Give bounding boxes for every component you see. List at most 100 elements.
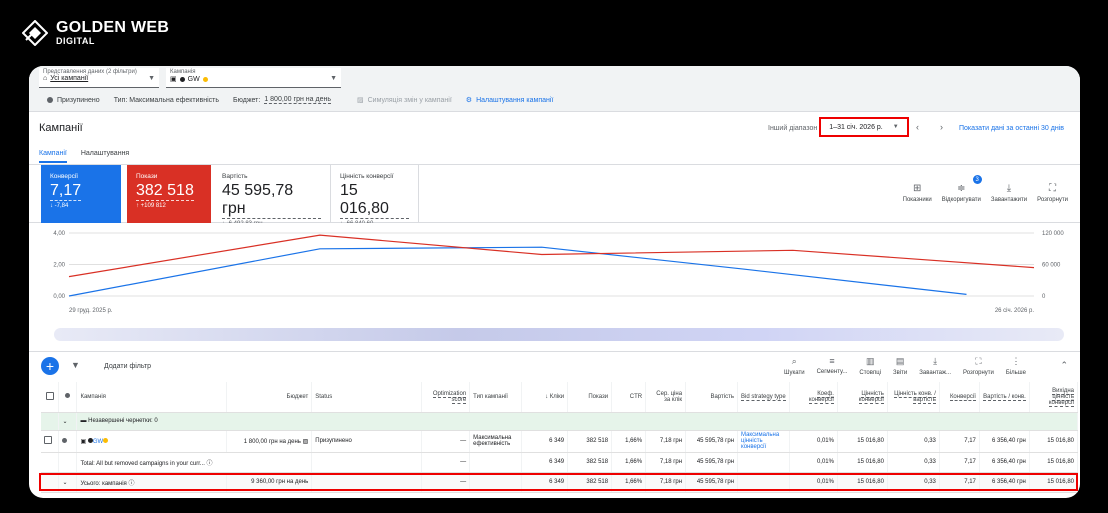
total-all-label: Total: All but removed campaigns in your… <box>80 460 205 467</box>
col-optimization-score[interactable]: Optimization score <box>432 390 467 404</box>
drafts-label: Незавершені чернетки: 0 <box>88 418 158 424</box>
row-checkbox[interactable] <box>44 436 52 444</box>
filter-icon[interactable]: ▼ <box>71 360 80 370</box>
type-cell: Максимальна ефективність <box>469 430 523 453</box>
col-impressions[interactable]: Покази <box>567 382 613 413</box>
table-row[interactable]: ▣ GW 1 800,00 грн на день ▨ Призупинено … <box>41 430 1079 453</box>
brand: GOLDEN WEB DIGITAL <box>22 18 169 48</box>
conv-value-cell: 15 016,80 <box>837 452 888 473</box>
ads-window: Представлення даних (2 фільтри) ⌂ Усі кам… <box>29 66 1080 498</box>
col-ctr[interactable]: CTR <box>611 382 647 413</box>
metric-card-impressions[interactable]: Покази 382 518 ↑ +109 812 <box>127 165 211 223</box>
page-title: Кампанії <box>39 122 83 134</box>
total-campaign-row: ⌄ Усього: кампанія ⓘ 9 360,00 грн на ден… <box>41 472 1079 493</box>
data-view-dropdown[interactable]: Представлення даних (2 фільтри) ⌂ Усі кам… <box>39 68 159 88</box>
tool-label: Завантажити <box>990 197 1028 203</box>
budget-chart-icon[interactable]: ▨ <box>303 439 309 445</box>
more-button[interactable]: ⋮ Більше <box>1006 356 1026 376</box>
search-button[interactable]: ⌕ Шукати <box>784 356 805 376</box>
download-button[interactable]: ⤓ Завантаж... <box>919 356 951 376</box>
adjust-button[interactable]: 3 ≑ Відкоригувати <box>942 175 982 203</box>
bid-strategy-link[interactable]: Максимальна цінність конверсії <box>737 430 790 453</box>
metric-value: 382 518 <box>136 182 194 201</box>
tab-campaigns[interactable]: Кампанії <box>39 150 67 163</box>
metric-value: 45 595,78 грн <box>222 182 321 219</box>
chart-range-scroller[interactable] <box>54 328 1064 341</box>
brand-name: GOLDEN WEB <box>56 19 170 36</box>
chevron-down-icon[interactable]: ⌄ <box>62 419 67 425</box>
col-campaign-type[interactable]: Тип кампанії <box>469 382 523 413</box>
date-range-picker[interactable]: 1–31 січ. 2026 р. ▼ <box>819 117 909 137</box>
col-budget[interactable]: Бюджет <box>226 382 313 413</box>
metric-card-conversions[interactable]: Конверсії 7,17 ↓ -7,84 <box>41 165 121 223</box>
budget-prefix: Бюджет: <box>233 96 261 104</box>
reports-button[interactable]: ▤ Звіти <box>893 356 907 376</box>
col-cost-conv[interactable]: Вартість / конв. <box>983 393 1026 401</box>
col-campaign[interactable]: Кампанія <box>76 382 228 413</box>
cost-cell: 45 595,78 грн <box>685 452 739 473</box>
tab-settings[interactable]: Налаштування <box>81 150 129 163</box>
y-tick-right: 120 000 <box>1042 231 1064 237</box>
chevron-down-icon[interactable]: ⌄ <box>62 480 67 486</box>
fullscreen-icon: ⛶ <box>975 356 982 366</box>
download-button[interactable]: ⤓ Завантажити <box>991 183 1027 203</box>
brand-logo-icon <box>22 20 48 46</box>
select-all-checkbox[interactable] <box>45 391 54 400</box>
col-status[interactable]: Status <box>311 382 423 413</box>
conv-rate-cell: 0,01% <box>789 430 838 453</box>
col-clicks[interactable]: ↓ Кліки <box>521 382 569 413</box>
help-icon[interactable]: ⓘ <box>207 461 213 467</box>
metric-delta: ↓ -7,84 <box>50 203 69 209</box>
expand-button[interactable]: ⛶ Розгорнути <box>963 356 994 376</box>
tool-label: Більше <box>1005 370 1026 376</box>
notification-badge: 3 <box>972 175 982 184</box>
simulation-icon: ▨ <box>356 97 364 104</box>
tool-label: Шукати <box>784 370 805 376</box>
previous-period-icon[interactable]: ‹ <box>916 122 919 132</box>
campaign-status-row: Призупинено Тип: Максимальна ефективніст… <box>47 96 553 104</box>
campaign-name-link[interactable]: GW <box>93 439 103 445</box>
add-filter-button[interactable]: Додати фільтр <box>104 363 151 370</box>
total-all-row: Total: All but removed campaigns in your… <box>41 452 1079 473</box>
col-conv-value[interactable]: Цінність конверсії <box>858 390 884 404</box>
clicks-cell: 6 349 <box>521 472 569 493</box>
help-icon[interactable]: ⓘ <box>128 481 134 487</box>
conv-value-cell: 15 016,80 <box>837 430 888 453</box>
drafts-row[interactable]: ⌄ ▬ Незавершені чернетки: 0 <box>41 412 1078 431</box>
columns-button[interactable]: ▥ Стовпці <box>859 356 881 376</box>
col-bid-strategy[interactable]: Bid strategy type <box>741 393 786 401</box>
segment-button[interactable]: ≡ Сегменту... <box>817 356 848 376</box>
campaign-dropdown[interactable]: Кампанія ▣ GW ▼ <box>166 68 341 88</box>
tool-label: Показники <box>902 197 932 203</box>
col-value-cost[interactable]: Цінність конв. / вартість <box>894 390 936 404</box>
conversions-cell: 7,17 <box>939 472 980 493</box>
budget-value[interactable]: 1 800,00 грн на день <box>264 96 331 104</box>
simulation-link[interactable]: Симуляція змін у кампанії <box>368 97 452 104</box>
metric-label: Цінність конверсії <box>340 173 394 180</box>
show-last-30-days-link[interactable]: Показати дані за останні 30 днів <box>959 125 1064 132</box>
chevron-up-icon[interactable]: ⌃ <box>1060 360 1068 371</box>
col-conv-rate[interactable]: Коеф. конверсії <box>808 390 834 404</box>
next-period-icon[interactable]: › <box>940 122 943 132</box>
col-avg-cpc[interactable]: Сер. ціна за клік <box>645 382 687 413</box>
col-orig-conv-value[interactable]: Вихідна цінність конверсії <box>1048 387 1074 407</box>
tool-label: Завантаж... <box>919 370 951 376</box>
col-cost[interactable]: Вартість <box>685 382 739 413</box>
value-cost-cell: 0,33 <box>887 430 940 453</box>
emoji-icon <box>103 437 109 443</box>
status-dot-icon[interactable] <box>62 437 68 443</box>
metric-card-cost[interactable]: Вартість 45 595,78 грн ↓ -6 492,83 грн <box>213 165 331 227</box>
metric-card-conversion-value[interactable]: Цінність конверсії 15 016,80 ↓ -66 840,6… <box>331 165 419 227</box>
cost-cell: 45 595,78 грн <box>685 430 739 453</box>
expand-button[interactable]: ⛶ Розгорнути <box>1037 183 1068 203</box>
tool-label: Сегменту... <box>816 369 848 375</box>
y-tick-left: 0,00 <box>53 294 65 300</box>
campaign-settings-link[interactable]: Налаштування кампанії <box>476 97 553 104</box>
add-campaign-button[interactable]: + <box>41 357 59 375</box>
cpc-cell: 7,18 грн <box>645 452 687 473</box>
impr-cell: 382 518 <box>567 430 613 453</box>
chart-add-icon: ⊞ <box>912 183 922 194</box>
metrics-button[interactable]: ⊞ Показники <box>903 183 932 203</box>
cost-cell: 45 595,78 грн <box>685 472 739 493</box>
col-conversions[interactable]: Конверсії <box>949 393 976 401</box>
